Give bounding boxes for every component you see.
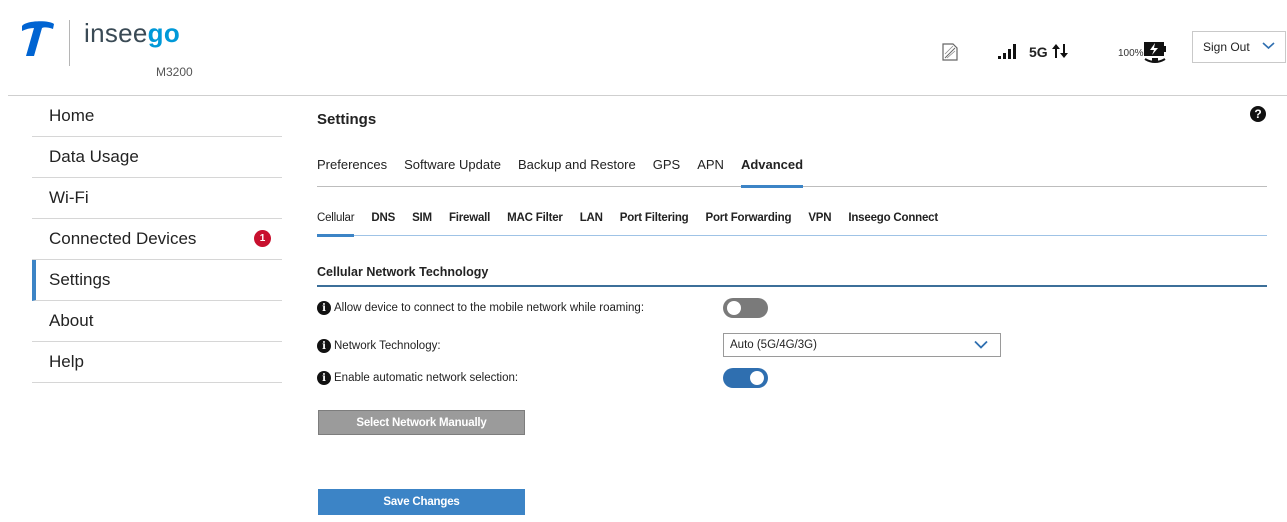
tab-preferences[interactable]: Preferences xyxy=(317,157,387,187)
chevron-down-icon xyxy=(974,340,988,349)
auto-selection-toggle[interactable] xyxy=(723,368,768,388)
subtab-cellular[interactable]: Cellular xyxy=(317,212,355,237)
sidebar-item-label: Data Usage xyxy=(49,147,139,166)
roaming-toggle[interactable] xyxy=(723,298,768,318)
chevron-down-icon xyxy=(1262,42,1275,50)
battery-percent: 100% xyxy=(1118,48,1144,59)
sidebar-item-label: Help xyxy=(49,352,84,371)
subtab-dns[interactable]: DNS xyxy=(371,212,395,236)
header: inseego M3200 5G 100% Sign Out xyxy=(8,8,1287,96)
sidebar-item-wifi[interactable]: Wi-Fi xyxy=(32,178,282,219)
up-down-arrows-icon xyxy=(1052,44,1068,58)
subtab-port-filtering[interactable]: Port Filtering xyxy=(620,212,689,236)
roaming-label: Allow device to connect to the mobile ne… xyxy=(334,302,645,314)
page-title: Settings xyxy=(317,111,377,128)
save-changes-button[interactable]: Save Changes xyxy=(318,489,525,515)
sidebar-item-about[interactable]: About xyxy=(32,301,282,342)
sidebar-item-label: Connected Devices xyxy=(49,229,197,248)
auto-selection-label: Enable automatic network selection: xyxy=(334,372,519,384)
tab-apn[interactable]: APN xyxy=(697,157,724,187)
subtab-inseego-connect[interactable]: Inseego Connect xyxy=(848,212,938,236)
sidebar-item-data-usage[interactable]: Data Usage xyxy=(32,137,282,178)
network-technology-value: Auto (5G/4G/3G) xyxy=(730,339,817,351)
notification-badge: 1 xyxy=(254,230,271,247)
tab-software-update[interactable]: Software Update xyxy=(404,157,501,187)
subtab-sim[interactable]: SIM xyxy=(412,212,432,236)
subtab-firewall[interactable]: Firewall xyxy=(449,212,490,236)
signal-bars-icon xyxy=(998,44,1016,59)
network-technology-row: i Network Technology: Auto (5G/4G/3G) xyxy=(317,333,1267,357)
status-bar: 5G 100% xyxy=(8,37,1287,67)
select-network-manually-button[interactable]: Select Network Manually xyxy=(318,410,525,435)
sidebar-item-settings[interactable]: Settings xyxy=(32,260,282,301)
device-model: M3200 xyxy=(156,65,193,79)
info-icon[interactable]: i xyxy=(317,339,331,353)
auto-selection-row: i Enable automatic network selection: xyxy=(317,368,1267,388)
section-title: Cellular Network Technology xyxy=(317,265,1267,287)
question-icon[interactable]: ? xyxy=(1250,106,1266,122)
sidebar-item-label: Settings xyxy=(49,270,111,289)
advanced-subtabs: Cellular DNS SIM Firewall MAC Filter LAN… xyxy=(317,212,1267,237)
sidebar-item-connected-devices[interactable]: Connected Devices 1 xyxy=(32,219,282,260)
tab-gps[interactable]: GPS xyxy=(653,157,680,187)
network-technology-label: Network Technology: xyxy=(334,340,441,352)
settings-tabs: Preferences Software Update Backup and R… xyxy=(317,157,1267,188)
battery-charging-icon xyxy=(1144,42,1166,63)
roaming-row: i Allow device to connect to the mobile … xyxy=(317,298,1267,318)
tab-backup-restore[interactable]: Backup and Restore xyxy=(518,157,636,187)
toggle-knob xyxy=(750,371,764,385)
tab-advanced[interactable]: Advanced xyxy=(740,157,804,188)
info-icon[interactable]: i xyxy=(317,301,331,315)
sign-out-label: Sign Out xyxy=(1203,40,1250,54)
info-icon[interactable]: i xyxy=(317,371,331,385)
subtab-mac-filter[interactable]: MAC Filter xyxy=(507,212,563,236)
subtab-vpn[interactable]: VPN xyxy=(808,212,831,236)
toggle-knob xyxy=(727,301,741,315)
sidebar-item-help[interactable]: Help xyxy=(32,342,282,383)
sidebar-nav: Home Data Usage Wi-Fi Connected Devices … xyxy=(32,96,282,383)
network-technology-select[interactable]: Auto (5G/4G/3G) xyxy=(723,333,1001,357)
subtab-lan[interactable]: LAN xyxy=(580,212,603,236)
sidebar-item-label: Wi-Fi xyxy=(49,188,89,207)
subtab-port-forwarding[interactable]: Port Forwarding xyxy=(706,212,792,236)
network-type-label: 5G xyxy=(1029,44,1048,60)
sidebar-item-label: Home xyxy=(49,106,95,125)
sim-card-icon xyxy=(942,43,958,61)
sidebar-item-home[interactable]: Home xyxy=(32,96,282,137)
sidebar-item-label: About xyxy=(49,311,94,330)
sign-out-dropdown[interactable]: Sign Out xyxy=(1192,31,1286,63)
